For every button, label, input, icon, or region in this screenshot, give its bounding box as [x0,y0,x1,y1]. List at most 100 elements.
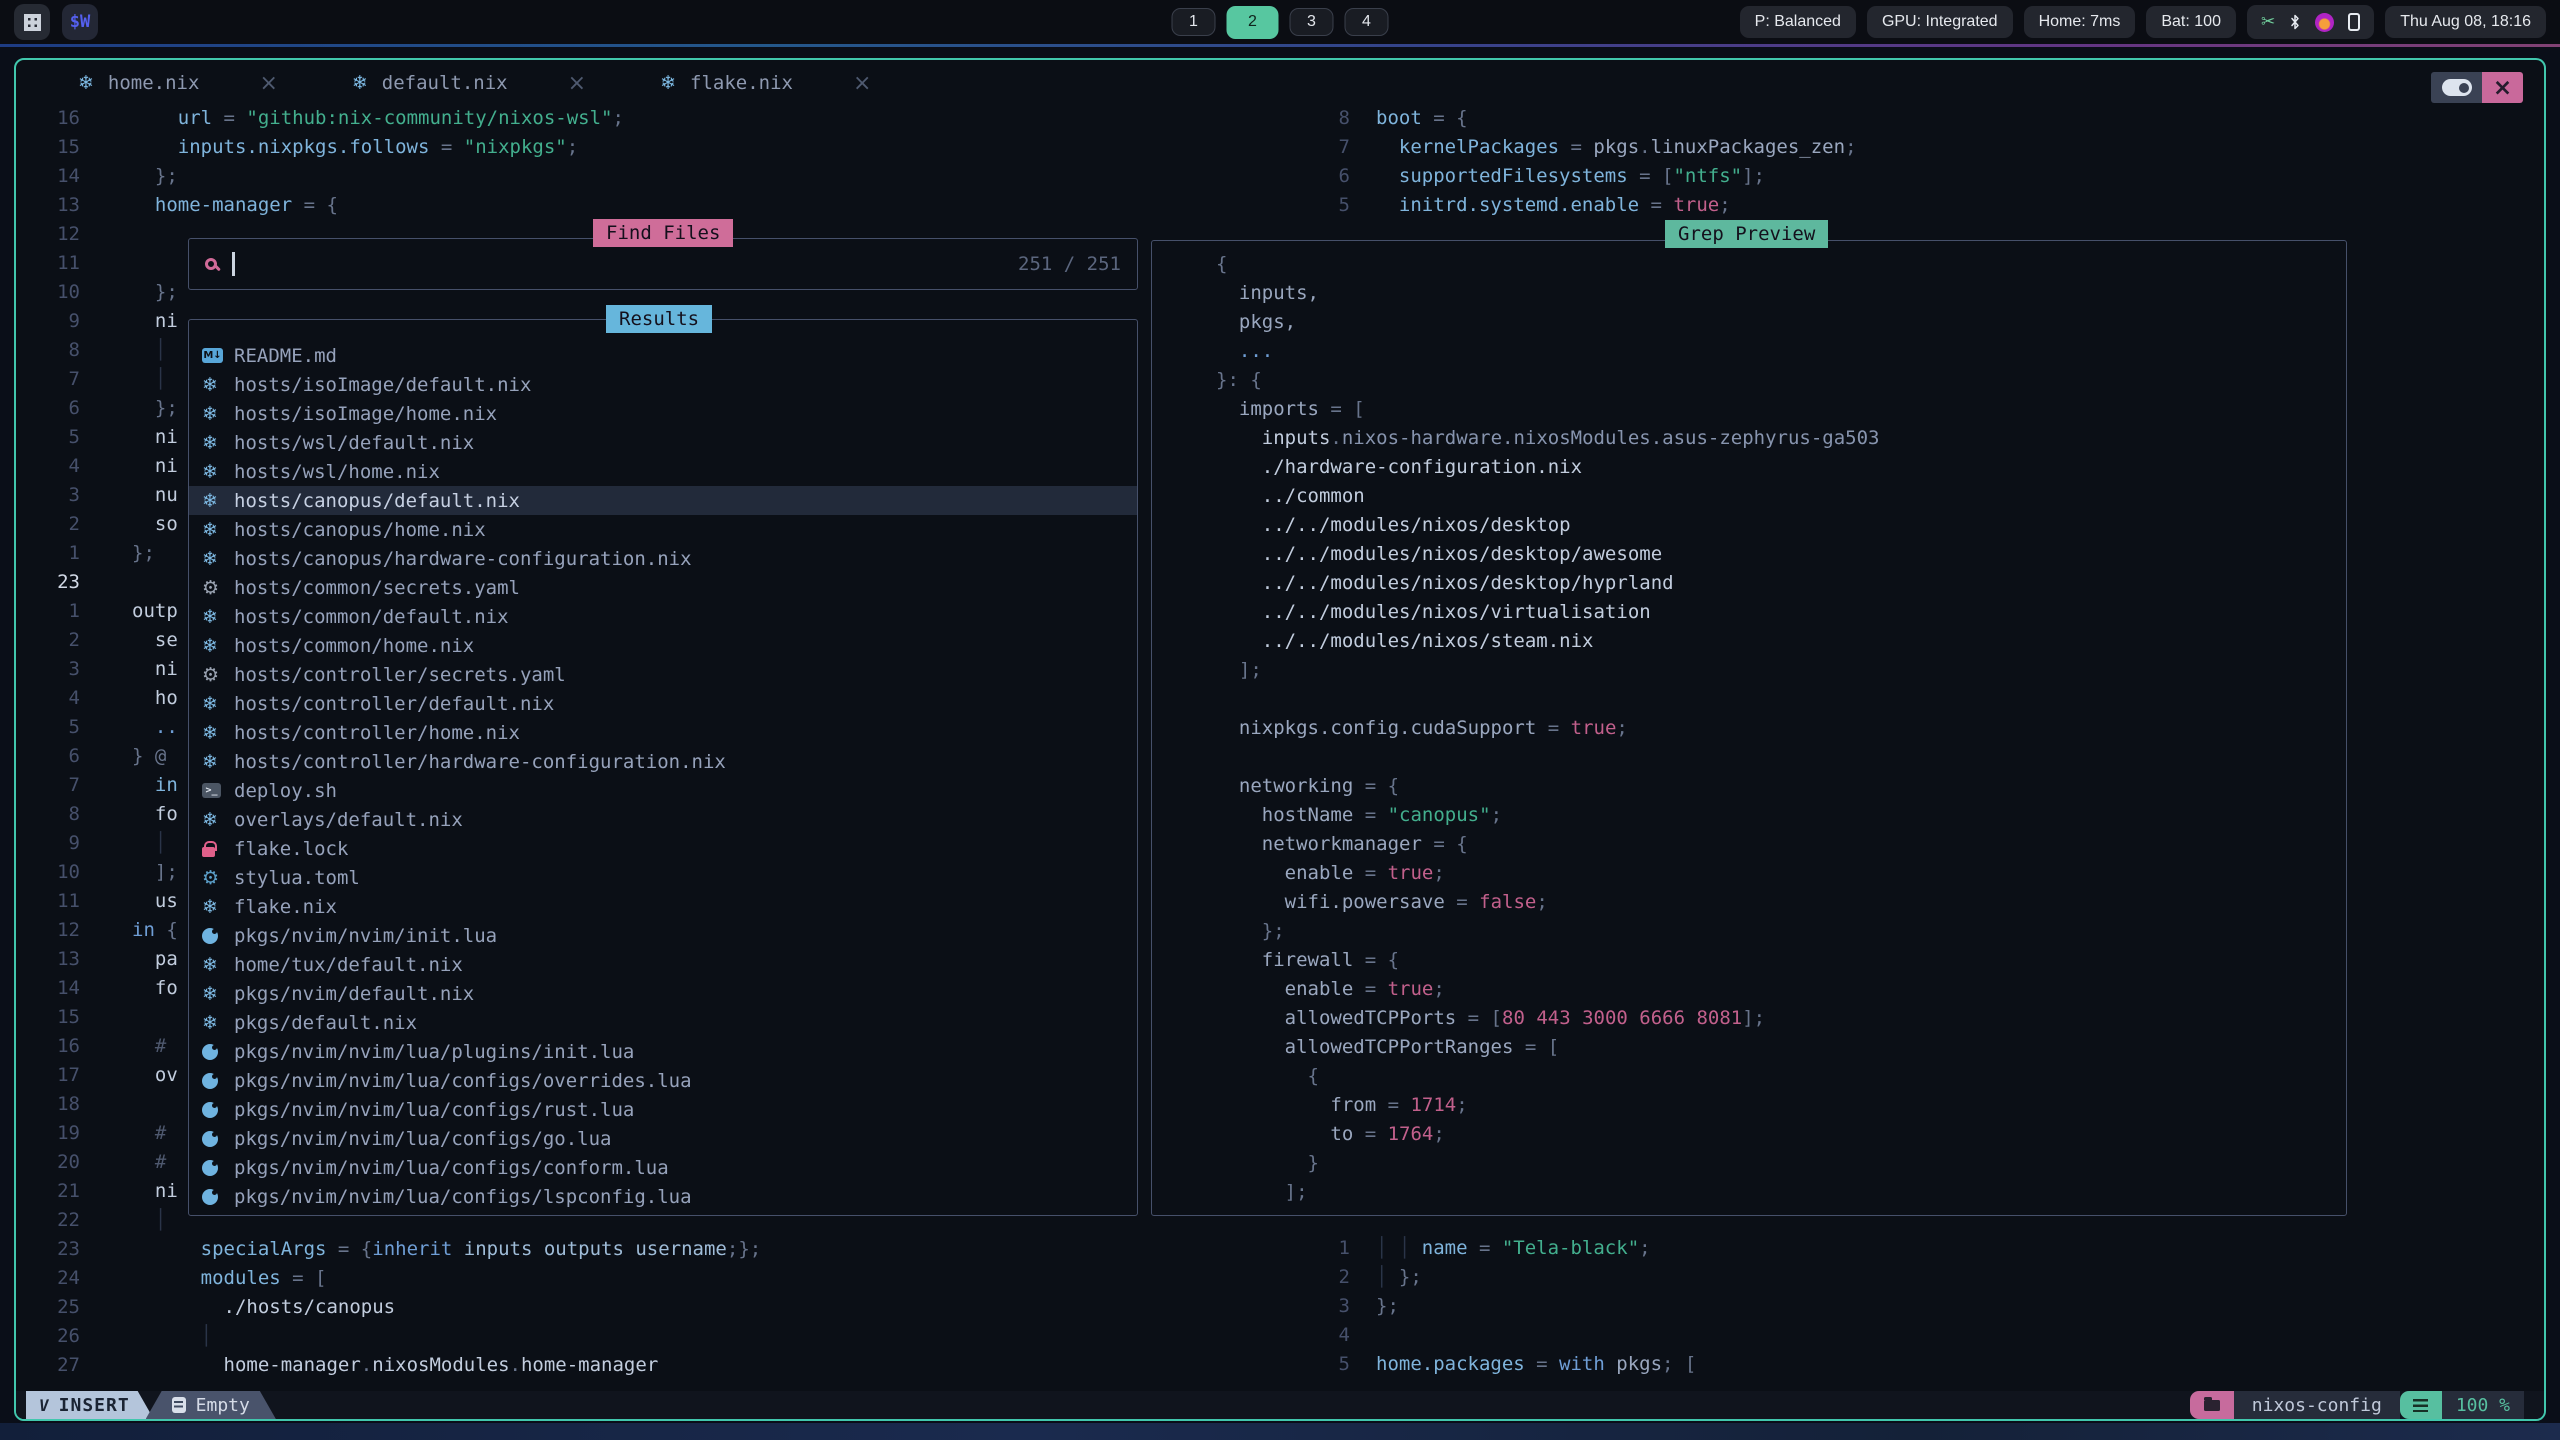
line-number: 6 [40,394,80,423]
code-line: 4 [1306,1321,1696,1350]
lua-file-icon [202,1160,234,1176]
file-path-label: flake.lock [234,838,348,860]
workspace-2[interactable]: 2 [1227,6,1279,39]
finder-result-item[interactable]: pkgs/nvim/nvim/lua/configs/conform.lua [189,1153,1137,1182]
tab-flake-nix[interactable]: ❄ flake.nix × [660,71,871,96]
nix-file-icon [202,954,234,976]
finder-result-item[interactable]: stylua.toml [189,863,1137,892]
code-line: 24 modules = [ [40,1264,761,1293]
app-launcher-button[interactable] [14,4,50,40]
finder-result-item[interactable]: flake.nix [189,892,1137,921]
workspace-3[interactable]: 3 [1290,8,1334,36]
right-editor-split-top[interactable]: 8boot = {7 kernelPackages = pkgs.linuxPa… [1306,104,1857,220]
code-line: 25 ./hosts/canopus [40,1293,761,1322]
file-path-label: home/tux/default.nix [234,954,463,976]
yaml-file-icon [202,577,234,599]
line-number: 8 [40,800,80,829]
finder-result-item[interactable]: flake.lock [189,834,1137,863]
finder-result-item[interactable]: README.md [189,341,1137,370]
right-editor-split-bottom[interactable]: 1│ │ name = "Tela-black";2│ };3};45home.… [1306,1234,1696,1379]
finder-result-item[interactable]: pkgs/nvim/nvim/lua/configs/rust.lua [189,1095,1137,1124]
finder-result-item[interactable]: pkgs/nvim/nvim/lua/plugins/init.lua [189,1037,1137,1066]
file-path-label: pkgs/nvim/nvim/init.lua [234,925,497,947]
line-number: 12 [40,916,80,945]
file-path-label: hosts/canopus/hardware-configuration.nix [234,548,692,570]
finder-result-item[interactable]: hosts/isoImage/default.nix [189,370,1137,399]
tab-home-nix[interactable]: ❄ home.nix × [78,71,278,96]
line-number: 9 [40,307,80,336]
finder-result-item[interactable]: hosts/common/secrets.yaml [189,573,1137,602]
finder-result-item[interactable]: hosts/canopus/default.nix [189,486,1137,515]
finder-result-item[interactable]: hosts/controller/secrets.yaml [189,660,1137,689]
lua-file-icon [202,1044,234,1060]
finder-result-item[interactable]: deploy.sh [189,776,1137,805]
power-profile-module: P: Balanced [1740,6,1856,38]
finder-result-item[interactable]: hosts/canopus/home.nix [189,515,1137,544]
finder-result-item[interactable]: hosts/wsl/default.nix [189,428,1137,457]
code-line: 14 }; [40,162,761,191]
results-title-badge: Results [606,305,712,333]
file-path-label: hosts/isoImage/home.nix [234,403,497,425]
finder-result-item[interactable]: hosts/isoImage/home.nix [189,399,1137,428]
finder-result-item[interactable]: hosts/canopus/hardware-configuration.nix [189,544,1137,573]
window-close-button[interactable]: × [2482,72,2523,103]
file-path-label: hosts/controller/home.nix [234,722,520,744]
nix-file-icon [202,809,234,831]
folder-icon [2204,1400,2220,1411]
finder-result-item[interactable]: hosts/wsl/home.nix [189,457,1137,486]
finder-result-item[interactable]: pkgs/nvim/nvim/lua/configs/go.lua [189,1124,1137,1153]
code-line: { [1164,1062,2346,1091]
mode-segment: V INSERT [26,1391,154,1419]
repo-pill [2190,1391,2234,1419]
finder-result-item[interactable]: hosts/common/default.nix [189,602,1137,631]
workspace-1[interactable]: 1 [1172,8,1216,36]
code-line: ../../modules/nixos/desktop/awesome [1164,540,2346,569]
tab-close-icon[interactable]: × [853,71,871,96]
tab-close-icon[interactable]: × [259,71,277,96]
editor-window: ❄ home.nix × ❄ default.nix × ❄ flake.nix… [14,58,2546,1421]
finder-result-item[interactable]: overlays/default.nix [189,805,1137,834]
line-number: 13 [40,945,80,974]
media-icon[interactable] [2315,13,2334,32]
wallpaper-streak [0,44,2560,47]
code-line: 5 initrd.systemd.enable = true; [1306,191,1857,220]
clock: Thu Aug 08, 18:16 [2385,6,2546,38]
finder-result-item[interactable]: pkgs/nvim/nvim/lua/configs/lspconfig.lua [189,1182,1137,1211]
window-toggle-button[interactable] [2431,72,2482,103]
code-line: { [1164,250,2346,279]
logo-button[interactable]: $W [62,4,98,40]
finder-result-item[interactable]: pkgs/nvim/nvim/lua/configs/overrides.lua [189,1066,1137,1095]
nix-snowflake-icon: ❄ [660,72,676,94]
line-number: 25 [40,1293,80,1322]
line-number: 6 [1306,162,1350,191]
finder-result-item[interactable]: hosts/controller/default.nix [189,689,1137,718]
scissors-icon[interactable]: ✂ [2261,12,2275,32]
code-line: from = 1714; [1164,1091,2346,1120]
file-path-label: hosts/controller/secrets.yaml [234,664,566,686]
tab-default-nix[interactable]: ❄ default.nix × [352,71,586,96]
line-number: 7 [1306,133,1350,162]
repo-name: nixos-config [2234,1391,2400,1419]
nix-file-icon [202,490,234,512]
finder-result-item[interactable]: pkgs/nvim/default.nix [189,979,1137,1008]
workspace-4[interactable]: 4 [1345,8,1389,36]
file-path-label: pkgs/default.nix [234,1012,417,1034]
desktop: $W 1 2 3 4 P: Balanced GPU: Integrated H… [0,0,2560,1440]
code-line: imports = [ [1164,395,2346,424]
code-line: allowedTCPPortRanges = [ [1164,1033,2346,1062]
line-number: 5 [40,713,80,742]
finder-result-item[interactable]: hosts/controller/home.nix [189,718,1137,747]
bluetooth-icon[interactable] [2289,14,2301,30]
tab-close-icon[interactable]: × [568,71,586,96]
finder-result-item[interactable]: home/tux/default.nix [189,950,1137,979]
finder-result-item[interactable]: pkgs/default.nix [189,1008,1137,1037]
lua-file-icon [202,1131,234,1147]
phone-icon[interactable] [2348,13,2360,31]
finder-result-item[interactable]: hosts/controller/hardware-configuration.… [189,747,1137,776]
finder-result-item[interactable]: pkgs/nvim/nvim/init.lua [189,921,1137,950]
file-icon [172,1397,186,1413]
results-counter: 251 / 251 [1018,253,1121,275]
finder-result-item[interactable]: hosts/common/home.nix [189,631,1137,660]
code-line: networkmanager = { [1164,830,2346,859]
file-path-label: stylua.toml [234,867,360,889]
